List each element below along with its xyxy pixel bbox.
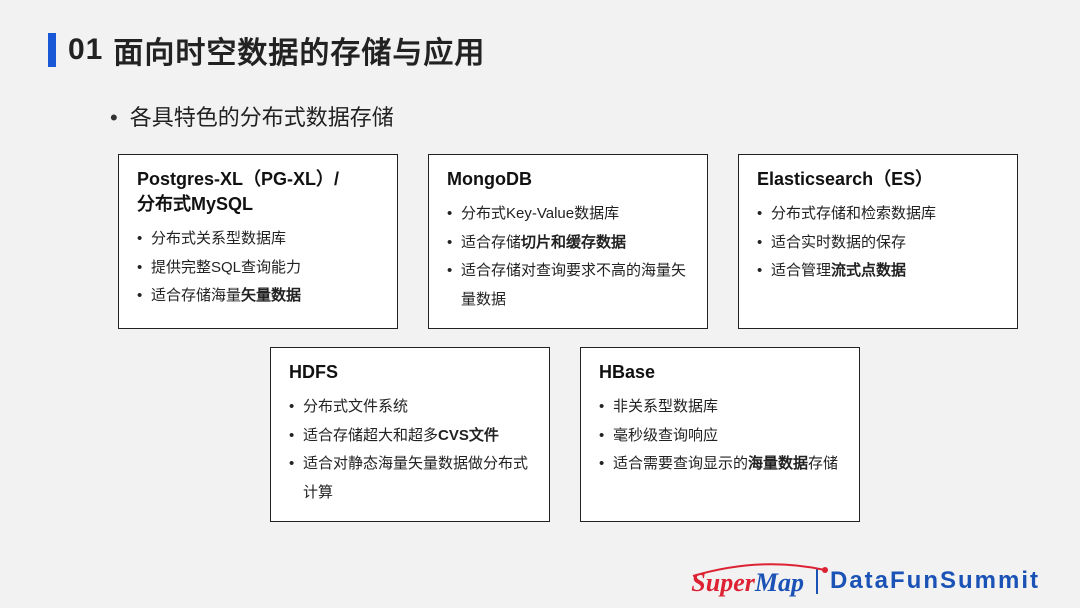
card-item: 毫秒级查询响应 [599, 422, 841, 451]
title-text: 面向时空数据的存储与应用 [113, 28, 485, 72]
card-title-line2: 分布式MySQL [137, 192, 379, 217]
card-title: Postgres-XL（PG-XL）/ 分布式MySQL [137, 167, 379, 217]
card-list: 非关系型数据库 毫秒级查询响应 适合需要查询显示的海量数据存储 [599, 393, 841, 479]
swoosh-icon [691, 562, 831, 578]
card-item: 适合对静态海量矢量数据做分布式计算 [289, 450, 531, 507]
card-item: 分布式关系型数据库 [137, 225, 379, 254]
card-hdfs: HDFS 分布式文件系统 适合存储超大和超多CVS文件 适合对静态海量矢量数据做… [270, 347, 550, 522]
cards-row-bottom: HDFS 分布式文件系统 适合存储超大和超多CVS文件 适合对静态海量矢量数据做… [270, 347, 1080, 522]
footer: SuperMap DataFunSummit [691, 564, 1040, 598]
card-postgres: Postgres-XL（PG-XL）/ 分布式MySQL 分布式关系型数据库 提… [118, 154, 398, 329]
card-item: 适合管理流式点数据 [757, 257, 999, 286]
subtitle: 各具特色的分布式数据存储 [110, 100, 1080, 132]
card-list: 分布式关系型数据库 提供完整SQL查询能力 适合存储海量矢量数据 [137, 225, 379, 311]
card-item: 适合需要查询显示的海量数据存储 [599, 450, 841, 479]
card-title: MongoDB [447, 167, 689, 192]
card-item: 分布式Key-Value数据库 [447, 200, 689, 229]
datafunsummit-logo: DataFunSummit [830, 567, 1040, 595]
card-item: 适合存储对查询要求不高的海量矢量数据 [447, 257, 689, 314]
title-accent-bar [48, 33, 56, 67]
card-title: HDFS [289, 360, 531, 385]
card-title: HBase [599, 360, 841, 385]
card-title-line1: Postgres-XL（PG-XL）/ [137, 169, 339, 189]
card-hbase: HBase 非关系型数据库 毫秒级查询响应 适合需要查询显示的海量数据存储 [580, 347, 860, 522]
cards-row-top: Postgres-XL（PG-XL）/ 分布式MySQL 分布式关系型数据库 提… [118, 154, 1080, 329]
title-number: 01 [68, 33, 103, 67]
card-item: 分布式文件系统 [289, 393, 531, 422]
card-elasticsearch: Elasticsearch（ES） 分布式存储和检索数据库 适合实时数据的保存 … [738, 154, 1018, 329]
card-item: 适合存储切片和缓存数据 [447, 229, 689, 258]
card-mongodb: MongoDB 分布式Key-Value数据库 适合存储切片和缓存数据 适合存储… [428, 154, 708, 329]
card-item: 分布式存储和检索数据库 [757, 200, 999, 229]
card-item: 适合实时数据的保存 [757, 229, 999, 258]
card-item: 适合存储超大和超多CVS文件 [289, 422, 531, 451]
slide-title-row: 01 面向时空数据的存储与应用 [48, 28, 1080, 72]
card-list: 分布式文件系统 适合存储超大和超多CVS文件 适合对静态海量矢量数据做分布式计算 [289, 393, 531, 507]
slide: 01 面向时空数据的存储与应用 各具特色的分布式数据存储 Postgres-XL… [0, 0, 1080, 608]
card-item: 适合存储海量矢量数据 [137, 282, 379, 311]
card-item: 提供完整SQL查询能力 [137, 254, 379, 283]
card-item: 非关系型数据库 [599, 393, 841, 422]
card-list: 分布式Key-Value数据库 适合存储切片和缓存数据 适合存储对查询要求不高的… [447, 200, 689, 314]
supermap-logo: SuperMap [691, 564, 804, 598]
card-title: Elasticsearch（ES） [757, 167, 999, 192]
card-list: 分布式存储和检索数据库 适合实时数据的保存 适合管理流式点数据 [757, 200, 999, 286]
